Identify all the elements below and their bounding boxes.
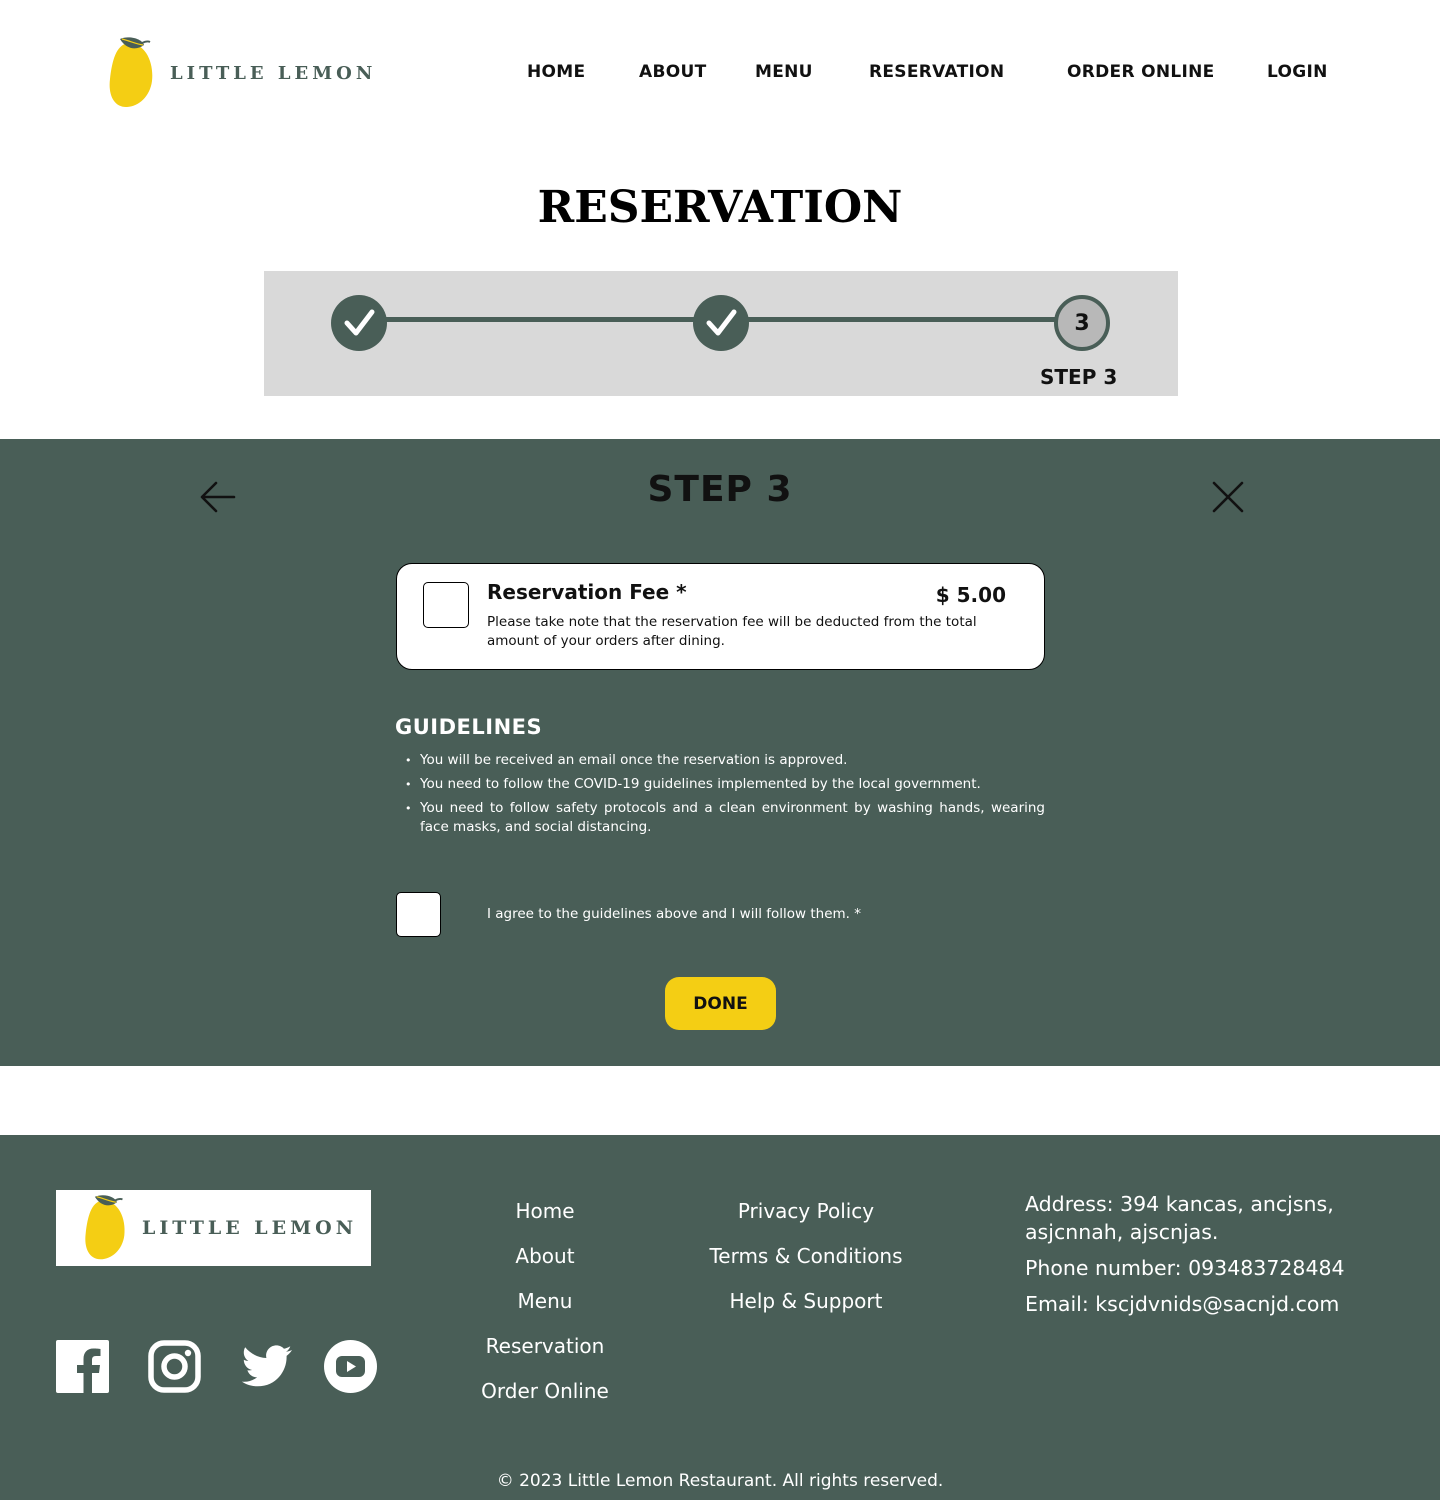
done-button[interactable]: DONE bbox=[665, 977, 776, 1030]
nav-menu[interactable]: MENU bbox=[755, 62, 813, 82]
site-footer: LITTLE LEMON Home About Menu Reservation bbox=[0, 1135, 1440, 1500]
footer-link-about[interactable]: About bbox=[470, 1234, 620, 1279]
fee-title: Reservation Fee * bbox=[487, 580, 687, 604]
logo-text: LITTLE LEMON bbox=[170, 62, 377, 84]
contact-email: Email: kscjdvnids@sacnjd.com bbox=[1025, 1292, 1340, 1316]
guideline-item: You will be received an email once the r… bbox=[405, 751, 1045, 770]
step-2-complete bbox=[693, 295, 749, 351]
footer-link-reservation[interactable]: Reservation bbox=[470, 1324, 620, 1369]
footer-nav: Home About Menu Reservation Order Online bbox=[470, 1189, 620, 1414]
facebook-link[interactable] bbox=[56, 1340, 109, 1393]
current-step-label: STEP 3 bbox=[1040, 365, 1118, 389]
step-1-complete bbox=[331, 295, 387, 351]
nav-login[interactable]: LOGIN bbox=[1267, 62, 1328, 82]
guideline-item: You need to follow the COVID-19 guidelin… bbox=[405, 775, 1045, 794]
agree-label: I agree to the guidelines above and I wi… bbox=[487, 906, 861, 922]
progress-connector bbox=[746, 317, 1056, 322]
nav-reservation[interactable]: RESERVATION bbox=[869, 62, 1004, 82]
instagram-icon bbox=[148, 1340, 201, 1393]
progress-stepper: 3 STEP 3 bbox=[264, 271, 1178, 396]
instagram-link[interactable] bbox=[148, 1340, 201, 1393]
close-icon bbox=[1212, 481, 1244, 513]
step-number: 3 bbox=[1074, 310, 1090, 336]
fee-checkbox[interactable] bbox=[423, 582, 469, 628]
site-header: LITTLE LEMON HOME ABOUT MENU RESERVATION… bbox=[0, 0, 1440, 140]
reservation-fee-card: Reservation Fee * $ 5.00 Please take not… bbox=[396, 563, 1045, 670]
check-icon bbox=[706, 309, 737, 336]
youtube-link[interactable] bbox=[324, 1340, 377, 1393]
agree-checkbox[interactable] bbox=[396, 892, 441, 937]
guidelines-title: GUIDELINES bbox=[395, 715, 543, 739]
twitter-icon bbox=[241, 1345, 292, 1387]
youtube-icon bbox=[324, 1340, 377, 1393]
nav-order-online[interactable]: ORDER ONLINE bbox=[1067, 62, 1215, 82]
lemon-logo-icon bbox=[85, 1195, 125, 1260]
footer-legal: Privacy Policy Terms & Conditions Help &… bbox=[686, 1189, 926, 1324]
footer-link-privacy[interactable]: Privacy Policy bbox=[686, 1189, 926, 1234]
footer-logo[interactable]: LITTLE LEMON bbox=[56, 1190, 371, 1266]
footer-link-terms[interactable]: Terms & Conditions bbox=[686, 1234, 926, 1279]
facebook-icon bbox=[56, 1340, 109, 1393]
logo[interactable]: LITTLE LEMON bbox=[106, 34, 386, 112]
check-icon bbox=[344, 309, 375, 336]
contact-address: Address: 394 kancas, ancjsns, asjcnnah, … bbox=[1025, 1192, 1334, 1244]
footer-link-menu[interactable]: Menu bbox=[470, 1279, 620, 1324]
footer-link-help[interactable]: Help & Support bbox=[686, 1279, 926, 1324]
contact-phone: Phone number: 093483728484 bbox=[1025, 1256, 1345, 1280]
footer-link-home[interactable]: Home bbox=[470, 1189, 620, 1234]
step-3-current: 3 bbox=[1054, 295, 1110, 351]
progress-connector bbox=[384, 317, 724, 322]
contact-info: Address: 394 kancas, ancjsns, asjcnnah, … bbox=[1025, 1190, 1405, 1326]
lemon-logo-icon bbox=[109, 37, 153, 107]
step-panel: STEP 3 Reservation Fee * $ 5.00 Please t… bbox=[0, 439, 1440, 1066]
twitter-link[interactable] bbox=[240, 1340, 293, 1393]
footer-link-order-online[interactable]: Order Online bbox=[470, 1369, 620, 1414]
page-title: RESERVATION bbox=[537, 182, 903, 233]
guidelines-list: You will be received an email once the r… bbox=[405, 751, 1045, 842]
footer-logo-text: LITTLE LEMON bbox=[142, 1217, 358, 1239]
close-button[interactable] bbox=[1208, 477, 1248, 517]
fee-note: Please take note that the reservation fe… bbox=[487, 614, 977, 649]
nav-home[interactable]: HOME bbox=[527, 62, 585, 82]
guideline-item: You need to follow safety protocols and … bbox=[405, 799, 1045, 837]
copyright: © 2023 Little Lemon Restaurant. All righ… bbox=[496, 1471, 944, 1491]
nav-about[interactable]: ABOUT bbox=[639, 62, 706, 82]
fee-price: $ 5.00 bbox=[935, 583, 1006, 607]
